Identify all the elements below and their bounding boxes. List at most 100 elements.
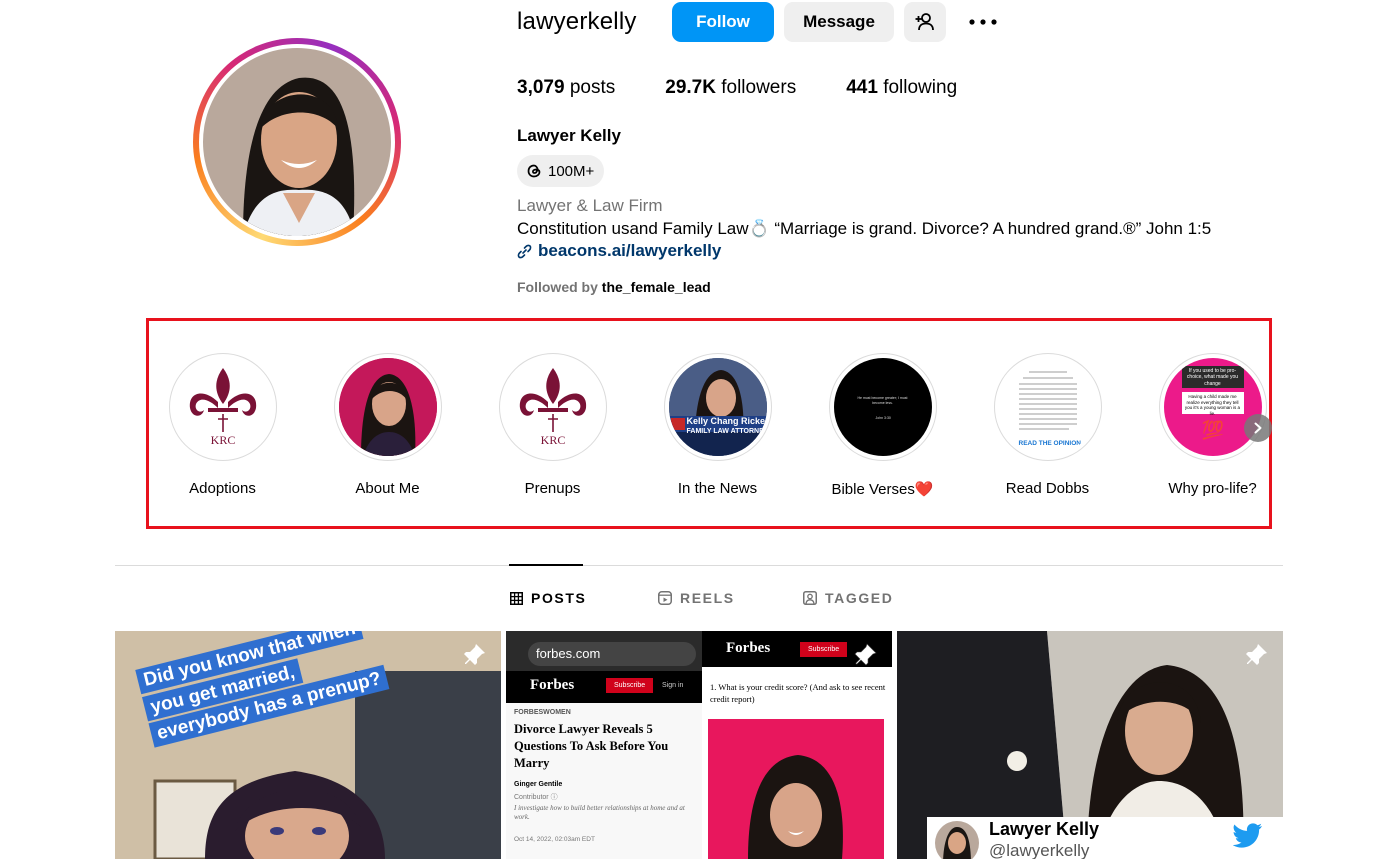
highlight-label: Bible Verses❤️ <box>831 481 934 498</box>
highlight-prenups[interactable]: KRC Prenups <box>470 353 635 497</box>
pinned-icon <box>463 643 487 672</box>
highlight-label: In the News <box>677 480 758 497</box>
active-tab-indicator <box>509 564 583 566</box>
about-me-photo <box>338 358 437 456</box>
posts-label: posts <box>569 77 616 98</box>
followers-number: 29.7K <box>665 77 716 98</box>
post-tile[interactable]: forbes.com Forbes Subscribe Sign in FORB… <box>506 631 892 859</box>
read-opinion-caption: READ THE OPINION <box>1018 440 1081 447</box>
article-section: FORBESWOMEN <box>514 709 571 716</box>
highlights-next-button[interactable] <box>1244 414 1272 442</box>
tweet-handle: @lawyerkelly <box>989 841 1090 859</box>
reels-icon <box>658 591 672 605</box>
highlight-label: Prenups <box>524 480 581 497</box>
highlight-cover-ring: If you used to be pro-choice, what made … <box>1158 353 1267 461</box>
article-date: Oct 14, 2022, 02:03am EDT <box>514 836 595 843</box>
highlight-cover-ring: He must become greater; I must become le… <box>828 353 937 461</box>
svg-text:KRC: KRC <box>210 433 235 447</box>
link-icon <box>517 244 532 258</box>
svg-text:KRC: KRC <box>540 433 565 447</box>
post-tile[interactable]: Did you know that when you get married, … <box>115 631 501 859</box>
highlight-bible-verses[interactable]: He must become greater; I must become le… <box>800 353 965 498</box>
fleur-de-lis-icon: KRC <box>189 368 256 447</box>
bible-verse-text: He must become greater; I must become le… <box>857 396 908 405</box>
tab-tagged-label: TAGGED <box>825 590 894 606</box>
pinned-icon <box>1245 643 1269 672</box>
highlight-cover-ring: KRC <box>498 353 607 461</box>
followers-label: followers <box>721 77 797 98</box>
article-author-bio: I investigate how to build better relati… <box>514 804 685 822</box>
krc-logo: KRC <box>173 358 272 456</box>
tab-reels-label: REELS <box>680 590 735 606</box>
more-options-button[interactable] <box>962 2 1004 42</box>
followed-by[interactable]: Followed by the_female_lead <box>517 279 711 295</box>
following-label: following <box>883 77 958 98</box>
profile-avatar[interactable] <box>203 48 391 236</box>
subscribe-button: Subscribe <box>606 678 654 693</box>
fleur-de-lis-icon: KRC <box>519 368 586 447</box>
profile-stats: 3,079 posts 29.7K followers 441 followin… <box>517 77 1007 99</box>
profile-link[interactable]: beacons.ai/lawyerkelly <box>517 241 721 261</box>
pro-life-cover: If you used to be pro-choice, what made … <box>1163 358 1262 456</box>
profile-bio: Constitution usand Family Law💍 “Marriage… <box>517 219 1212 238</box>
more-dots-icon <box>969 19 997 25</box>
portrait-illustration <box>338 358 437 456</box>
highlight-label: Why pro-life? <box>1168 480 1257 497</box>
posts-number: 3,079 <box>517 77 565 98</box>
followed-by-user: the_female_lead <box>601 279 711 295</box>
article-author-role: Contributor ⓘ <box>514 794 558 801</box>
news-caption: Kelly Chang Ricker <box>686 416 767 426</box>
article-photo <box>708 719 884 859</box>
profile-full-name: Lawyer Kelly <box>517 126 621 145</box>
highlight-in-the-news[interactable]: Kelly Chang Ricker FAMILY LAW ATTORNE In… <box>635 353 800 497</box>
tab-posts[interactable]: POSTS <box>510 590 586 606</box>
message-button[interactable]: Message <box>784 2 894 42</box>
highlight-adoptions[interactable]: KRC Adoptions <box>140 353 305 497</box>
news-photo: Kelly Chang Ricker FAMILY LAW ATTORNE <box>668 358 767 456</box>
threads-badge[interactable]: 100M+ <box>517 155 605 187</box>
post-tile[interactable]: Lawyer Kelly @lawyerkelly <box>897 631 1283 859</box>
article-question: 1. What is your credit score? (And ask t… <box>710 682 886 705</box>
tab-reels[interactable]: REELS <box>658 590 735 606</box>
grid-icon <box>510 591 523 605</box>
signin-link: Sign in <box>662 682 684 689</box>
pinned-icon <box>854 643 878 672</box>
highlight-cover-ring: KRC <box>168 353 277 461</box>
highlight-label: Read Dobbs <box>1005 480 1090 497</box>
news-subcaption: FAMILY LAW ATTORNE <box>686 428 764 435</box>
highlight-cover-ring <box>333 353 442 461</box>
tweet-name: Lawyer Kelly <box>989 819 1100 839</box>
twitter-bird-icon <box>1233 823 1262 848</box>
article-author: Ginger Gentile <box>514 781 563 788</box>
suggested-accounts-button[interactable] <box>904 2 946 42</box>
followers-link[interactable]: 29.7K followers <box>665 77 796 99</box>
highlight-label: About Me <box>355 480 420 497</box>
profile-avatar-ring[interactable] <box>193 38 401 246</box>
tweet-avatar <box>935 821 979 859</box>
krc-logo: KRC <box>503 358 602 456</box>
highlight-cover-ring: Kelly Chang Ricker FAMILY LAW ATTORNE <box>663 353 772 461</box>
forbes-header: Forbes Subscribe Sign in <box>506 671 702 703</box>
highlight-read-dobbs[interactable]: READ THE OPINION Read Dobbs <box>965 353 1130 497</box>
following-number: 441 <box>846 77 878 98</box>
answer-sticker: Having a child made me realize everythin… <box>1181 392 1244 416</box>
follow-button[interactable]: Follow <box>672 2 774 42</box>
forbes-article-screenshot: forbes.com Forbes Subscribe Sign in FORB… <box>506 631 702 859</box>
highlight-label: Adoptions <box>189 480 256 497</box>
tweet-card: Lawyer Kelly @lawyerkelly <box>927 817 1283 859</box>
add-person-icon <box>915 13 934 31</box>
subscribe-button-2: Subscribe <box>800 642 848 657</box>
chevron-right-icon <box>1254 422 1262 434</box>
hundred-emoji: 💯 <box>1201 420 1224 440</box>
forbes-logo: Forbes <box>530 677 575 693</box>
tab-tagged[interactable]: TAGGED <box>803 590 893 606</box>
article-headline: Divorce Lawyer Reveals 5 Questions To As… <box>514 722 669 770</box>
profile-username: lawyerkelly <box>517 8 637 35</box>
avatar-border <box>199 44 395 240</box>
following-link[interactable]: 441 following <box>846 77 957 99</box>
posts-count: 3,079 posts <box>517 77 615 99</box>
highlight-about-me[interactable]: About Me <box>305 353 470 497</box>
news-broadcast-illustration <box>668 358 767 456</box>
browser-bar: forbes.com <box>506 631 702 675</box>
forbes-logo-2: Forbes <box>726 640 771 656</box>
